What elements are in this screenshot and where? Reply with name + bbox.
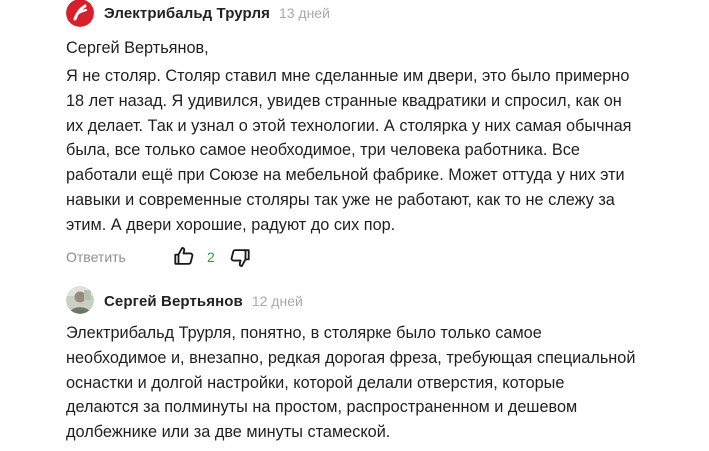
- comment-line: долбежнике или за две минуты стамеской.: [66, 423, 391, 442]
- comment-line: была, все только самое необходимое, три …: [66, 141, 580, 160]
- red-circle-logo-icon: [66, 0, 94, 27]
- author-name[interactable]: Сергей Вертьянов: [104, 293, 243, 310]
- comment-time[interactable]: 13 дней: [279, 5, 330, 21]
- comment-line: их делает. Так и узнал о этой технологии…: [66, 116, 632, 135]
- like-count: 2: [207, 249, 215, 265]
- author-name[interactable]: Электрибальд Трурля: [104, 5, 270, 22]
- thumbs-down-icon: [230, 249, 250, 267]
- comment-line: этим. А двери хорошие, радуют до сих пор…: [66, 215, 396, 234]
- comment-time[interactable]: 12 дней: [252, 293, 303, 309]
- comment-line: работали ещё при Союзе на мебельной фабр…: [66, 166, 625, 185]
- author-avatar-electribald[interactable]: [66, 0, 94, 27]
- comment-body: Электрибальд Трурля, понятно, в столярке…: [66, 321, 635, 445]
- comment-body: Я не столяр. Столяр ставил мне сделанные…: [66, 64, 632, 238]
- thumbs-up-icon: [174, 247, 194, 265]
- comment-actions: Ответить: [66, 244, 126, 270]
- dislike-button[interactable]: [229, 247, 251, 269]
- salutation-text: Сергей Вертьянов,: [66, 39, 209, 57]
- comment-line: Я не столяр. Столяр ставил мне сделанные…: [66, 67, 630, 85]
- reply-button[interactable]: Ответить: [66, 249, 126, 265]
- comment-salutation: Сергей Вертьянов,: [66, 36, 209, 61]
- comment-line: 18 лет назад. Я удивился, увидев странны…: [66, 91, 622, 110]
- comment-line: оснастки и долгой настройки, которой дел…: [66, 373, 565, 392]
- comment-line: навыки и современные столяры так уже не …: [66, 190, 615, 209]
- like-button[interactable]: [173, 245, 195, 267]
- author-avatar-sergey[interactable]: [66, 286, 94, 314]
- comment-line: делаются за полминуты на простом, распро…: [66, 398, 578, 417]
- comment-header: Электрибальд Трурля 13 дней: [104, 0, 330, 28]
- comment-line: необходимое и, внезапно, редкая дорогая …: [66, 348, 636, 367]
- comment-header: Сергей Вертьянов 12 дней: [104, 286, 303, 316]
- user-photo-avatar: [66, 286, 94, 314]
- comment-line: Электрибальд Трурля, понятно, в столярке…: [66, 324, 542, 342]
